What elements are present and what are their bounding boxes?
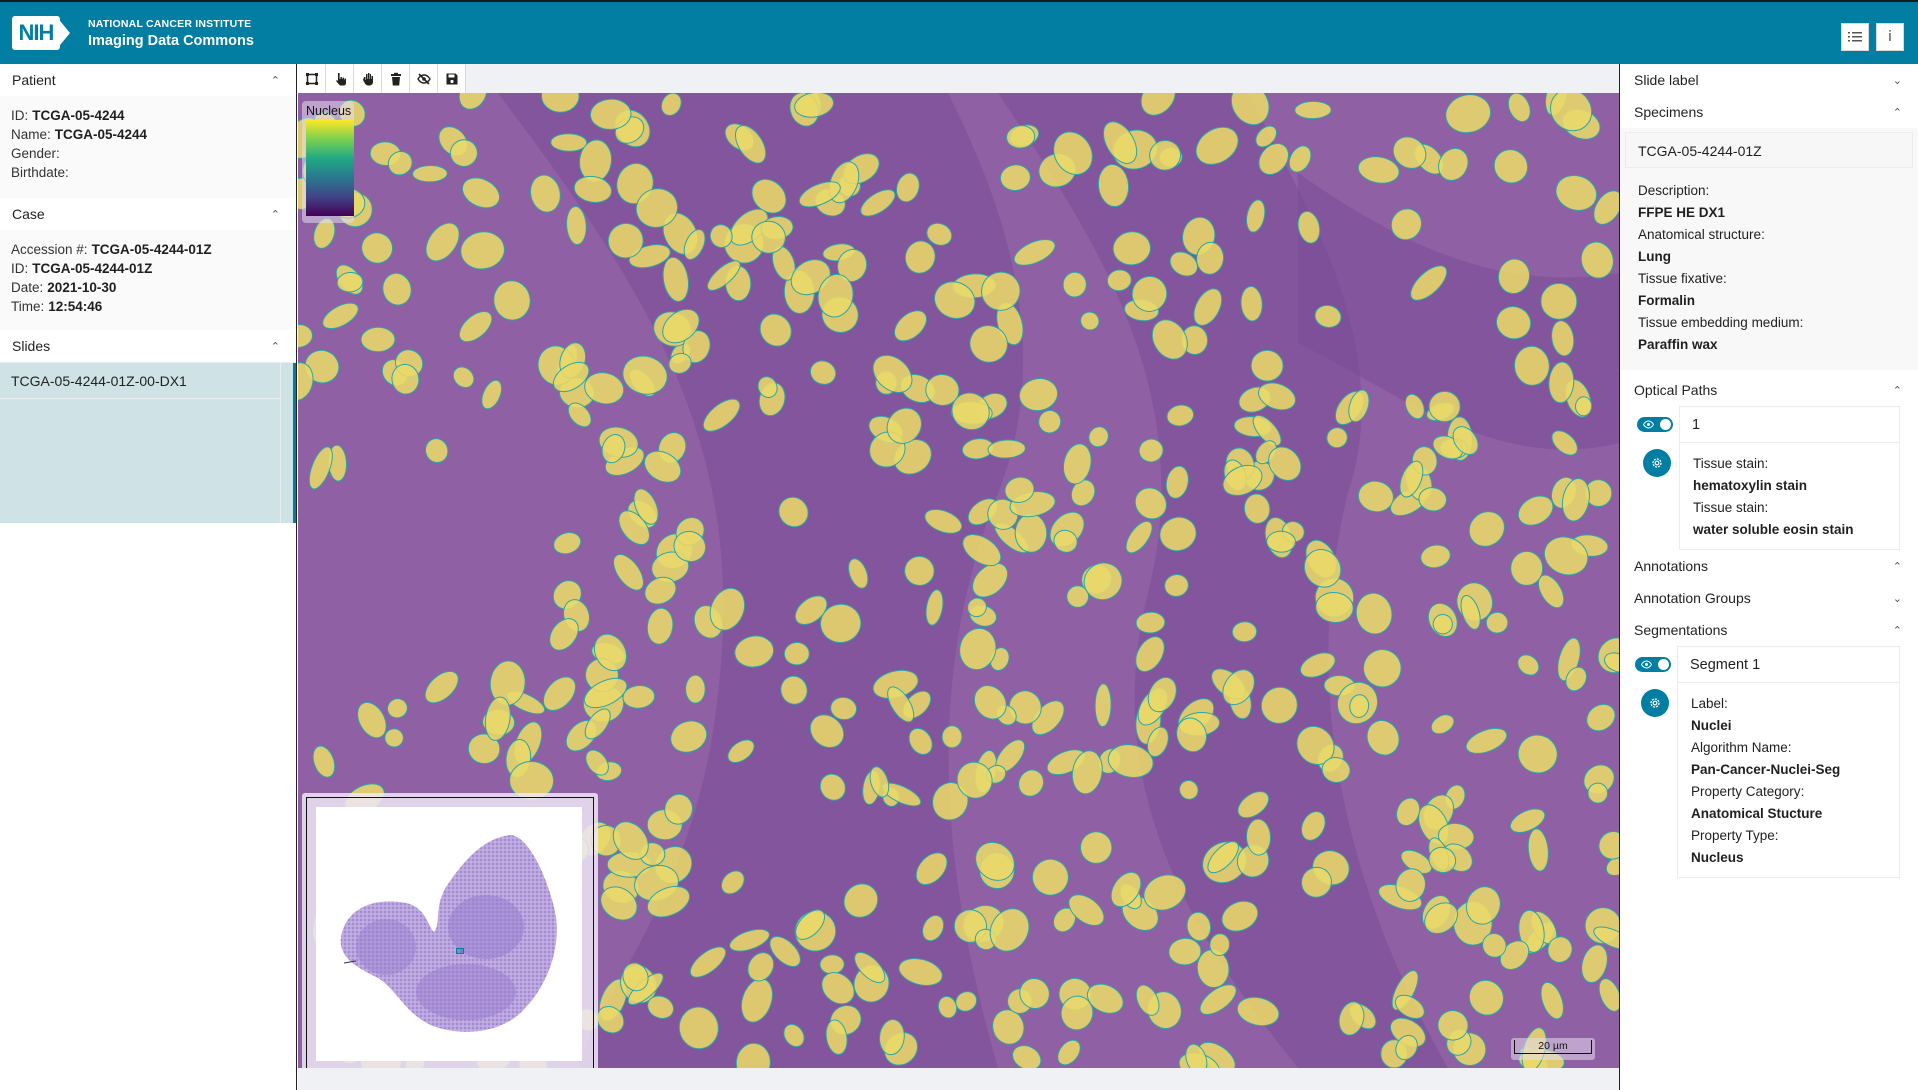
slide-item[interactable]: TCGA-05-4244-01Z-00-DX1 [0,363,280,399]
slide-label-section-header[interactable]: Slide label ⌄ [1620,64,1918,96]
hand-icon [362,72,373,85]
optical-path-id: 1 [1680,407,1899,443]
eye-icon [1641,660,1652,669]
segment-visibility-toggle[interactable] [1635,657,1671,672]
chevron-up-icon: ⌃ [270,208,280,221]
segment-card: Segment 1 Label: Nuclei Algorithm Name: … [1677,646,1900,878]
trash-icon [390,72,401,85]
nucleus-segment [1014,513,1048,553]
nucleus-segment [819,954,845,975]
chevron-up-icon: ⌃ [270,340,280,353]
chevron-up-icon: ⌃ [1892,106,1902,119]
patient-details: ID: TCGA-05-4244 Name: TCGA-05-4244 Gender… [0,96,296,198]
nucleus-segment [1574,396,1593,417]
specimen-panel: TCGA-05-4244-01Z Description: FFPE HE DX… [1620,128,1918,370]
case-details: Accession #: TCGA-05-4244-01Z ID: TCGA-05-… [0,230,296,330]
viewer-footer [298,1068,1619,1090]
nucleus-segment [1094,683,1112,728]
optical-path-item: 1 Tissue stain: hematoxylin stain Tissue… [1620,406,1918,550]
app-name: Imaging Data Commons [88,32,254,49]
segment-settings-button[interactable] [1641,689,1669,717]
chevron-down-icon: ⌄ [1892,74,1902,87]
draw-tool-button[interactable] [298,64,326,93]
slide-thumbnail-image [340,835,557,1032]
scale-bar: 20 µm [1511,1038,1595,1060]
slides-scrollbar[interactable] [280,363,296,523]
optical-path-settings-button[interactable] [1643,449,1671,477]
nucleus-segment [941,725,963,749]
app-header: NIH NATIONAL CANCER INSTITUTE Imaging Da… [0,0,1918,64]
nucleus-segment [1587,782,1609,804]
nucleus-segment [550,133,588,152]
info-icon: i [1888,29,1892,45]
nucleus-segment [685,674,706,704]
eye-icon [1643,420,1654,429]
list-icon [1848,32,1862,42]
save-icon [446,73,457,84]
chevron-up-icon: ⌃ [270,74,280,87]
nucleus-segment [412,164,448,183]
nucleus-segment [1266,530,1296,553]
hide-tool-button[interactable] [410,64,438,93]
select-tool-button[interactable] [326,64,354,93]
nucleus-segment [360,326,396,353]
nci-idc-logo[interactable]: NIH NATIONAL CANCER INSTITUTE Imaging Da… [12,16,254,50]
eye-slash-icon [416,72,431,85]
slide-viewer[interactable]: Nucleus 20 µm [298,93,1619,1068]
nucleus-segment [1294,100,1332,120]
specimens-section-header[interactable]: Specimens ⌃ [1620,96,1918,128]
right-sidebar: Slide label ⌄ Specimens ⌃ TCGA-05-4244-0… [1619,64,1918,1090]
chevron-down-icon: ⌄ [1892,592,1902,605]
nucleus-segment [384,728,404,748]
pan-tool-button[interactable] [354,64,382,93]
nucleus-segment [1428,390,1461,423]
segment-id: Segment 1 [1678,647,1899,683]
segmentations-section-header[interactable]: Segmentations ⌃ [1620,614,1918,646]
viewer-toolbar [298,64,1619,93]
segment-item: Segment 1 Label: Nuclei Algorithm Name: … [1620,646,1918,878]
annotations-section-header[interactable]: Annotations ⌃ [1620,550,1918,582]
pointer-hand-icon [335,72,346,85]
slides-section-header[interactable]: Slides ⌃ [0,330,296,362]
annotation-groups-section-header[interactable]: Annotation Groups ⌄ [1620,582,1918,614]
specimen-id: TCGA-05-4244-01Z [1625,132,1913,168]
patient-section-header[interactable]: Patient ⌃ [0,64,296,96]
chevron-up-icon: ⌃ [1892,624,1902,637]
optical-path-card: 1 Tissue stain: hematoxylin stain Tissue… [1679,406,1900,550]
optical-paths-section-header[interactable]: Optical Paths ⌃ [1620,374,1918,406]
left-sidebar: Patient ⌃ ID: TCGA-05-4244 Name: TCGA-05-4… [0,64,297,1090]
chevron-up-icon: ⌃ [1892,560,1902,573]
nucleus-segment [1510,550,1544,586]
worklist-button[interactable] [1841,23,1869,51]
case-section-header[interactable]: Case ⌃ [0,198,296,230]
nih-logo-icon: NIH [12,16,70,50]
overview-map[interactable] [302,793,598,1068]
gear-icon [1652,458,1662,468]
org-name: NATIONAL CANCER INSTITUTE [88,17,252,30]
overview-thumbnail[interactable] [316,807,582,1061]
info-button[interactable]: i [1876,23,1904,51]
specimen-details: Description: FFPE HE DX1 Anatomical stru… [1638,183,1804,352]
overview-viewport-indicator[interactable] [456,948,464,954]
legend-colorbar [306,120,354,216]
slides-list: TCGA-05-4244-01Z-00-DX1 [0,362,296,523]
optical-path-visibility-toggle[interactable] [1637,417,1673,432]
draw-roi-icon [305,72,318,85]
nucleus-segment [783,641,810,666]
legend-title: Nucleus [306,104,352,118]
save-tool-button[interactable] [438,64,466,93]
chevron-up-icon: ⌃ [1892,384,1902,397]
segmentation-legend: Nucleus [302,101,354,223]
gear-icon [1650,698,1660,708]
delete-tool-button[interactable] [382,64,410,93]
